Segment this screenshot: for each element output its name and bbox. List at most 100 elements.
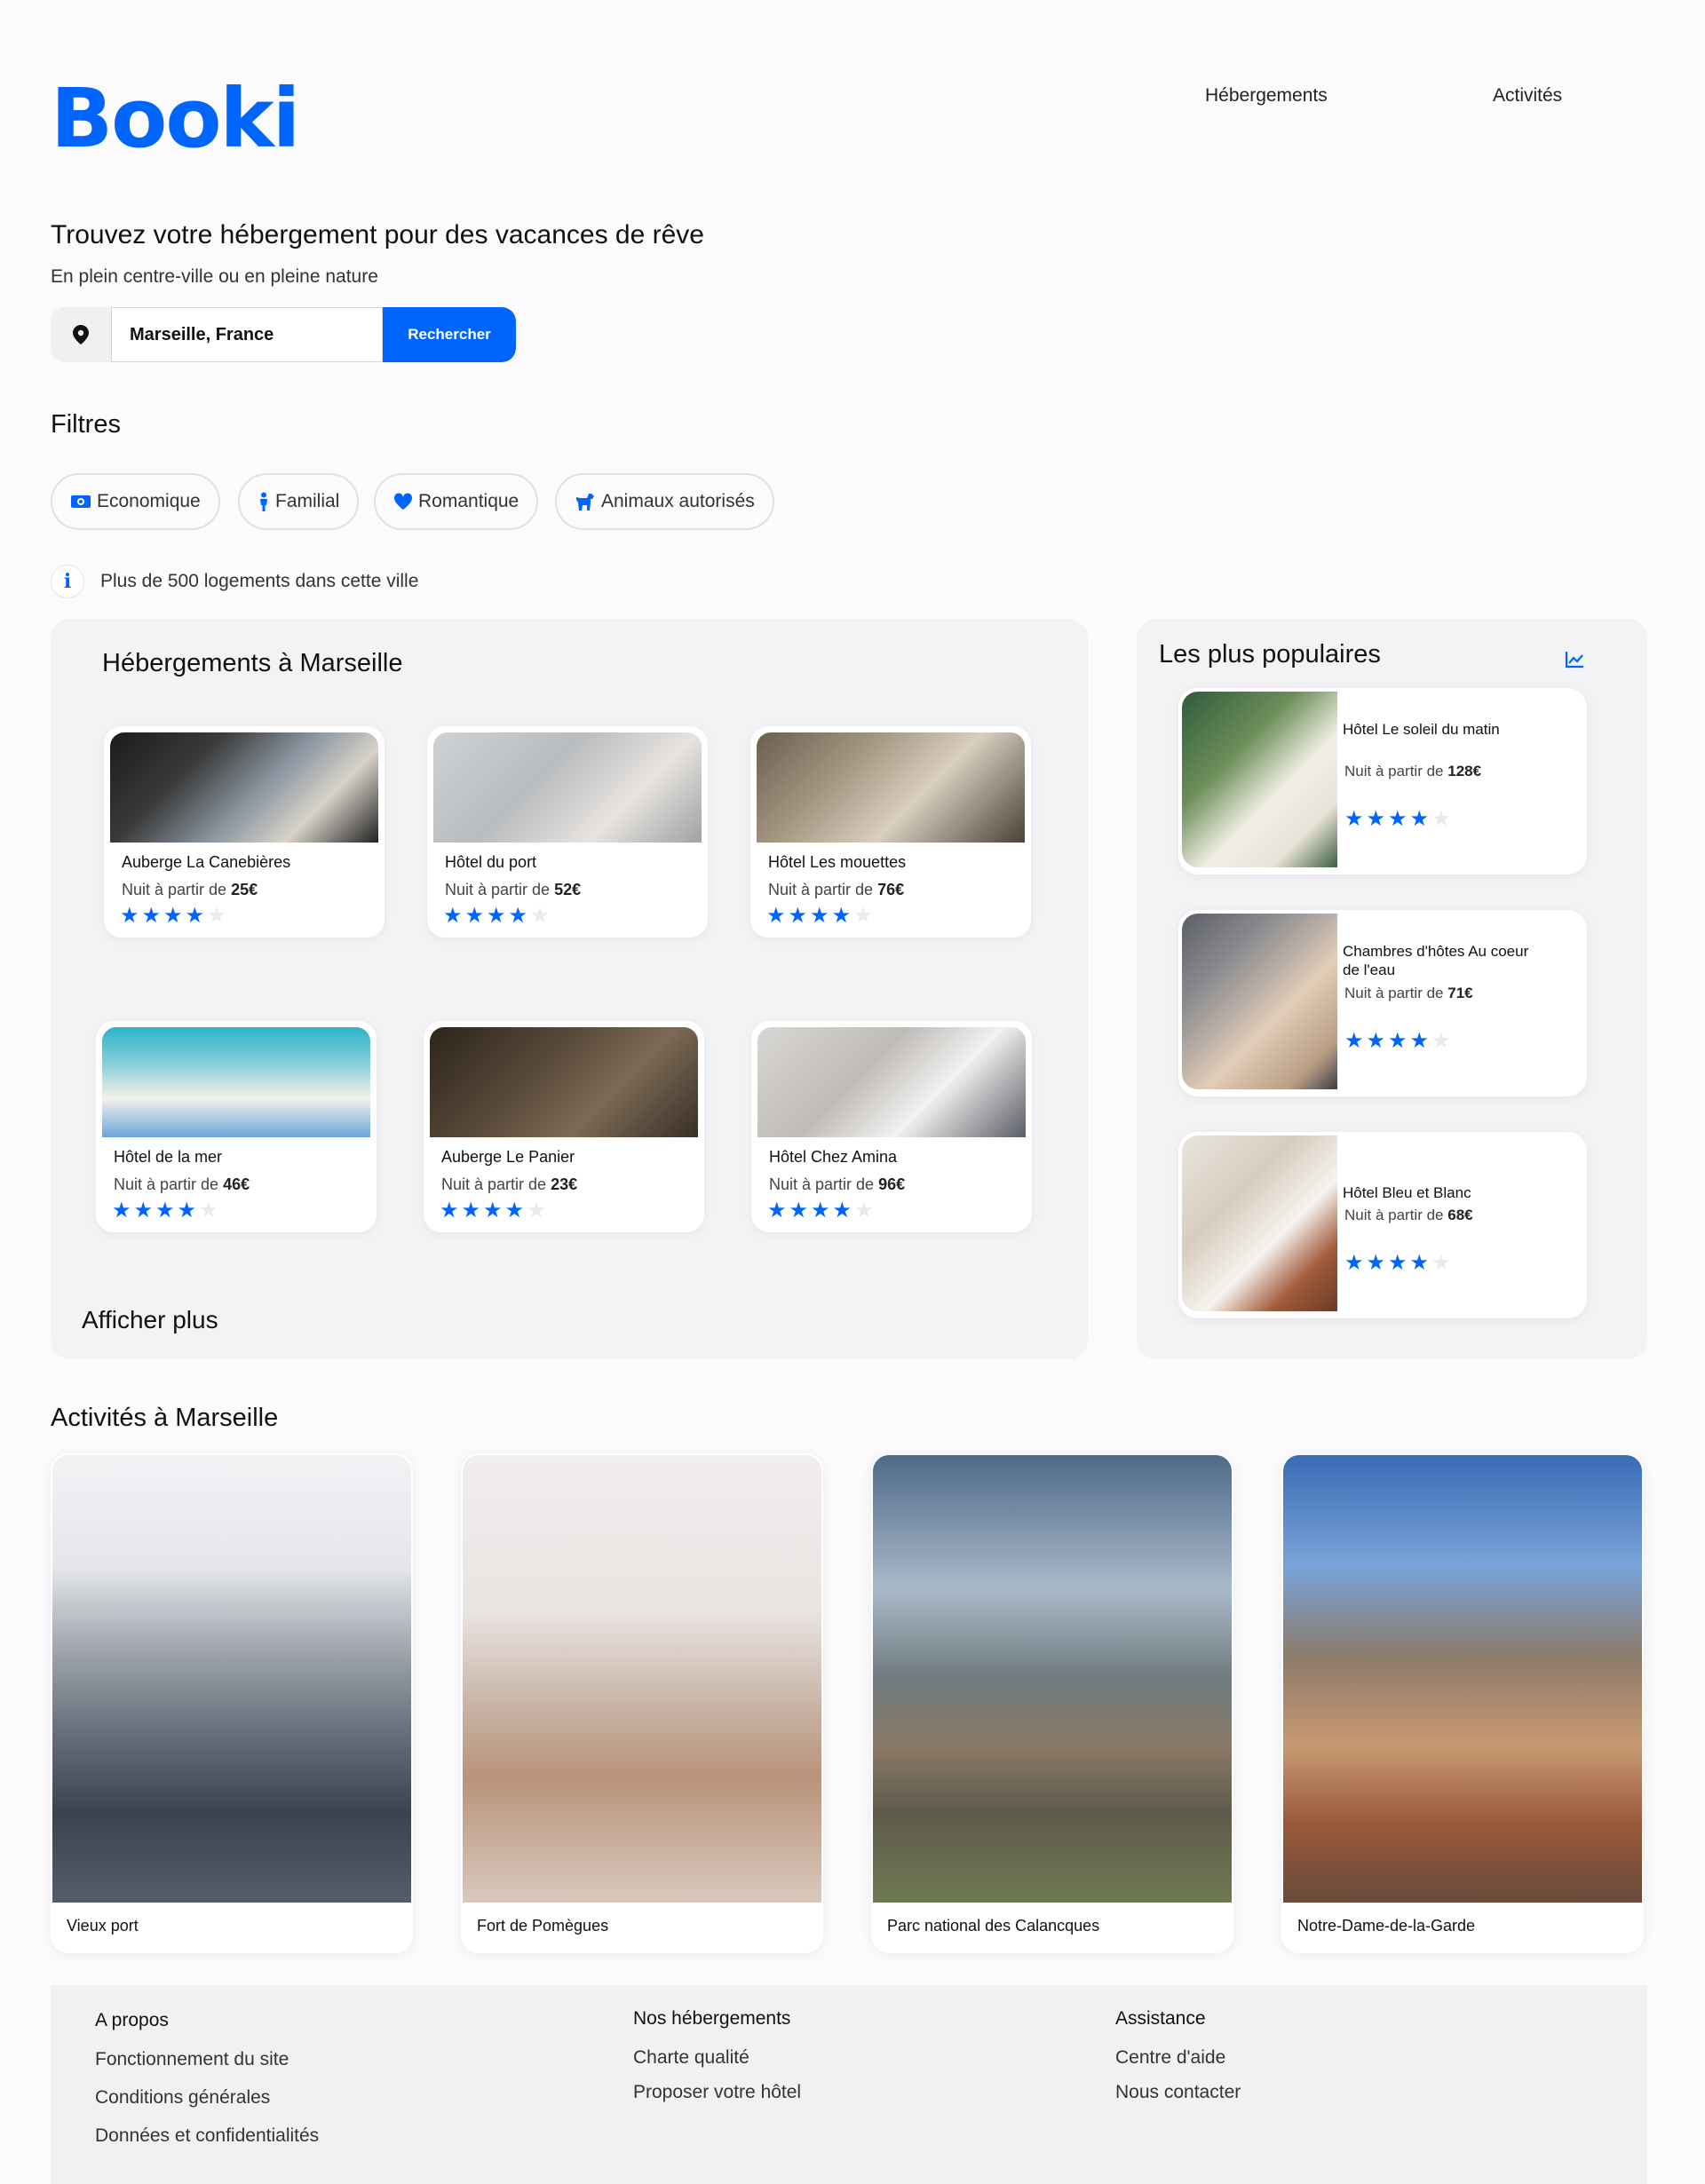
popular-card[interactable]: Hôtel Le soleil du matin Nuit à partir de… bbox=[1178, 688, 1587, 874]
accommodation-name: Hôtel de la mer bbox=[114, 1148, 223, 1166]
star-icon: ★ bbox=[1388, 807, 1408, 831]
show-more-link[interactable]: Afficher plus bbox=[82, 1306, 218, 1334]
activities-title: Activités à Marseille bbox=[51, 1404, 279, 1432]
footer-link[interactable]: Fonctionnement du site bbox=[95, 2049, 319, 2070]
popular-card[interactable]: Hôtel Bleu et Blanc Nuit à partir de 68€ ★… bbox=[1178, 1132, 1587, 1318]
accommodation-photo bbox=[433, 732, 702, 843]
star-icon: ★ bbox=[788, 904, 808, 928]
rating-stars: ★ ★ ★ ★ ★ bbox=[440, 1200, 546, 1222]
accommodation-card[interactable]: Hôtel Les mouettes Nuit à partir de 76€ ★ ★… bbox=[750, 726, 1031, 938]
star-icon: ★ bbox=[120, 904, 139, 928]
star-icon: ★ bbox=[177, 1199, 197, 1223]
accommodation-photo bbox=[102, 1027, 370, 1137]
price-value: 71€ bbox=[1447, 985, 1473, 1001]
filters-title: Filtres bbox=[51, 410, 121, 439]
star-icon: ★ bbox=[155, 1199, 175, 1223]
activity-card[interactable]: Parc national des Calancques bbox=[871, 1453, 1233, 1953]
footer-link[interactable]: Charte qualité bbox=[633, 2047, 801, 2069]
accommodation-card[interactable]: Auberge La Canebières Nuit à partir de 25… bbox=[104, 726, 385, 938]
price-prefix: Nuit à partir de bbox=[1344, 1207, 1448, 1223]
star-icon: ★ bbox=[1344, 1251, 1364, 1275]
price-value: 46€ bbox=[223, 1175, 250, 1193]
star-icon: ★ bbox=[766, 904, 786, 928]
price-prefix: Nuit à partir de bbox=[122, 881, 232, 898]
accommodation-name: Hôtel Les mouettes bbox=[768, 853, 907, 871]
price-value: 76€ bbox=[877, 881, 905, 898]
activity-card[interactable]: Fort de Pomègues bbox=[461, 1453, 823, 1953]
accommodation-price: Nuit à partir de 76€ bbox=[768, 881, 904, 899]
person-icon bbox=[260, 492, 267, 511]
nav-link-hebergements[interactable]: Hébergements bbox=[1205, 85, 1328, 107]
accommodation-name: Auberge Le Panier bbox=[441, 1148, 575, 1166]
price-value: 96€ bbox=[878, 1175, 906, 1193]
hero-title: Trouvez votre hébergement pour des vacan… bbox=[51, 220, 704, 249]
star-icon: ★ bbox=[1388, 1029, 1408, 1053]
star-icon: ★ bbox=[141, 904, 162, 928]
price-prefix: Nuit à partir de bbox=[768, 881, 878, 898]
rating-stars: ★ ★ ★ ★ ★ bbox=[1344, 1031, 1451, 1052]
popular-title: Les plus populaires bbox=[1159, 640, 1381, 669]
star-icon: ★ bbox=[1431, 1251, 1451, 1275]
hero-subtitle: En plein centre-ville ou en pleine natur… bbox=[51, 266, 378, 287]
nav-link-activites[interactable]: Activités bbox=[1493, 85, 1562, 107]
footer: A propos Fonctionnement du site Conditio… bbox=[51, 1985, 1647, 2184]
accommodation-card[interactable]: Auberge Le Panier Nuit à partir de 23€ ★ ★ ★… bbox=[424, 1021, 704, 1232]
rating-stars: ★ ★ ★ ★ ★ bbox=[120, 906, 226, 927]
search-bar: Marseille, France Rechercher bbox=[51, 307, 516, 362]
star-icon: ★ bbox=[789, 1199, 809, 1223]
star-icon: ★ bbox=[207, 904, 226, 928]
rating-stars: ★ ★ ★ ★ ★ bbox=[112, 1200, 218, 1222]
star-icon: ★ bbox=[1366, 1251, 1386, 1275]
footer-heading: A propos bbox=[95, 2010, 169, 2030]
footer-link[interactable]: Nous contacter bbox=[1115, 2082, 1241, 2103]
accommodation-photo bbox=[757, 732, 1025, 843]
accommodation-photo bbox=[757, 1027, 1026, 1137]
star-icon: ★ bbox=[1366, 1029, 1386, 1053]
accommodation-price: Nuit à partir de 52€ bbox=[445, 881, 581, 899]
dog-icon bbox=[576, 494, 594, 510]
filter-chip-romantique[interactable]: Romantique bbox=[374, 473, 539, 530]
accommodation-price: Nuit à partir de 96€ bbox=[769, 1175, 905, 1194]
price-value: 25€ bbox=[231, 881, 258, 898]
star-icon: ★ bbox=[508, 904, 528, 928]
star-icon: ★ bbox=[811, 1199, 830, 1223]
footer-link[interactable]: Données et confidentialités bbox=[95, 2125, 319, 2147]
filter-chip-animaux[interactable]: Animaux autorisés bbox=[555, 473, 774, 530]
accommodation-card[interactable]: Hôtel Chez Amina Nuit à partir de 96€ ★ ★ ★ ★… bbox=[751, 1021, 1032, 1232]
activity-card[interactable]: Vieux port bbox=[51, 1453, 413, 1953]
filter-chip-label: Romantique bbox=[418, 491, 519, 511]
activity-card[interactable]: Notre-Dame-de-la-Garde bbox=[1281, 1453, 1644, 1953]
footer-link[interactable]: Proposer votre hôtel bbox=[633, 2082, 801, 2103]
trend-chart-icon bbox=[1565, 651, 1584, 673]
accommodation-price: Nuit à partir de 46€ bbox=[114, 1175, 250, 1194]
search-button[interactable]: Rechercher bbox=[383, 307, 516, 362]
popular-photo bbox=[1182, 692, 1337, 867]
filter-chip-label: Animaux autorisés bbox=[601, 491, 755, 511]
footer-link[interactable]: Centre d'aide bbox=[1115, 2047, 1241, 2069]
star-icon: ★ bbox=[1366, 807, 1386, 831]
filter-chip-familial[interactable]: Familial bbox=[238, 473, 360, 530]
booki-logo[interactable]: Booki bbox=[51, 78, 300, 160]
popular-name: Chambres d'hôtes Au coeur de l'eau bbox=[1343, 943, 1529, 979]
star-icon: ★ bbox=[1431, 807, 1451, 831]
star-icon: ★ bbox=[1409, 1251, 1430, 1275]
accommodation-photo bbox=[430, 1027, 698, 1137]
search-input[interactable]: Marseille, France bbox=[111, 307, 383, 362]
price-prefix: Nuit à partir de bbox=[114, 1175, 224, 1193]
footer-link[interactable]: Conditions générales bbox=[95, 2087, 319, 2109]
star-icon: ★ bbox=[832, 1199, 852, 1223]
info-icon: i bbox=[51, 565, 84, 598]
accommodation-card[interactable]: Hôtel de la mer Nuit à partir de 46€ ★ ★ ★ ★ ★ bbox=[96, 1021, 377, 1232]
money-icon bbox=[71, 495, 91, 508]
accommodation-price: Nuit à partir de 25€ bbox=[122, 881, 258, 899]
rating-stars: ★ ★ ★ ★ ★ bbox=[1344, 809, 1451, 830]
star-icon: ★ bbox=[831, 904, 852, 928]
accommodation-name: Hôtel Chez Amina bbox=[769, 1148, 898, 1166]
star-icon: ★ bbox=[487, 904, 506, 928]
activity-photo bbox=[1283, 1455, 1642, 1903]
activity-name: Vieux port bbox=[67, 1917, 139, 1935]
accommodation-card[interactable]: Hôtel du port Nuit à partir de 52€ ★ ★ ★ ★ ★ bbox=[427, 726, 708, 938]
footer-heading: Nos hébergements bbox=[633, 2008, 791, 2029]
popular-card[interactable]: Chambres d'hôtes Au coeur de l'eau Nuit à… bbox=[1178, 910, 1587, 1096]
filter-chip-economique[interactable]: Economique bbox=[51, 473, 220, 530]
